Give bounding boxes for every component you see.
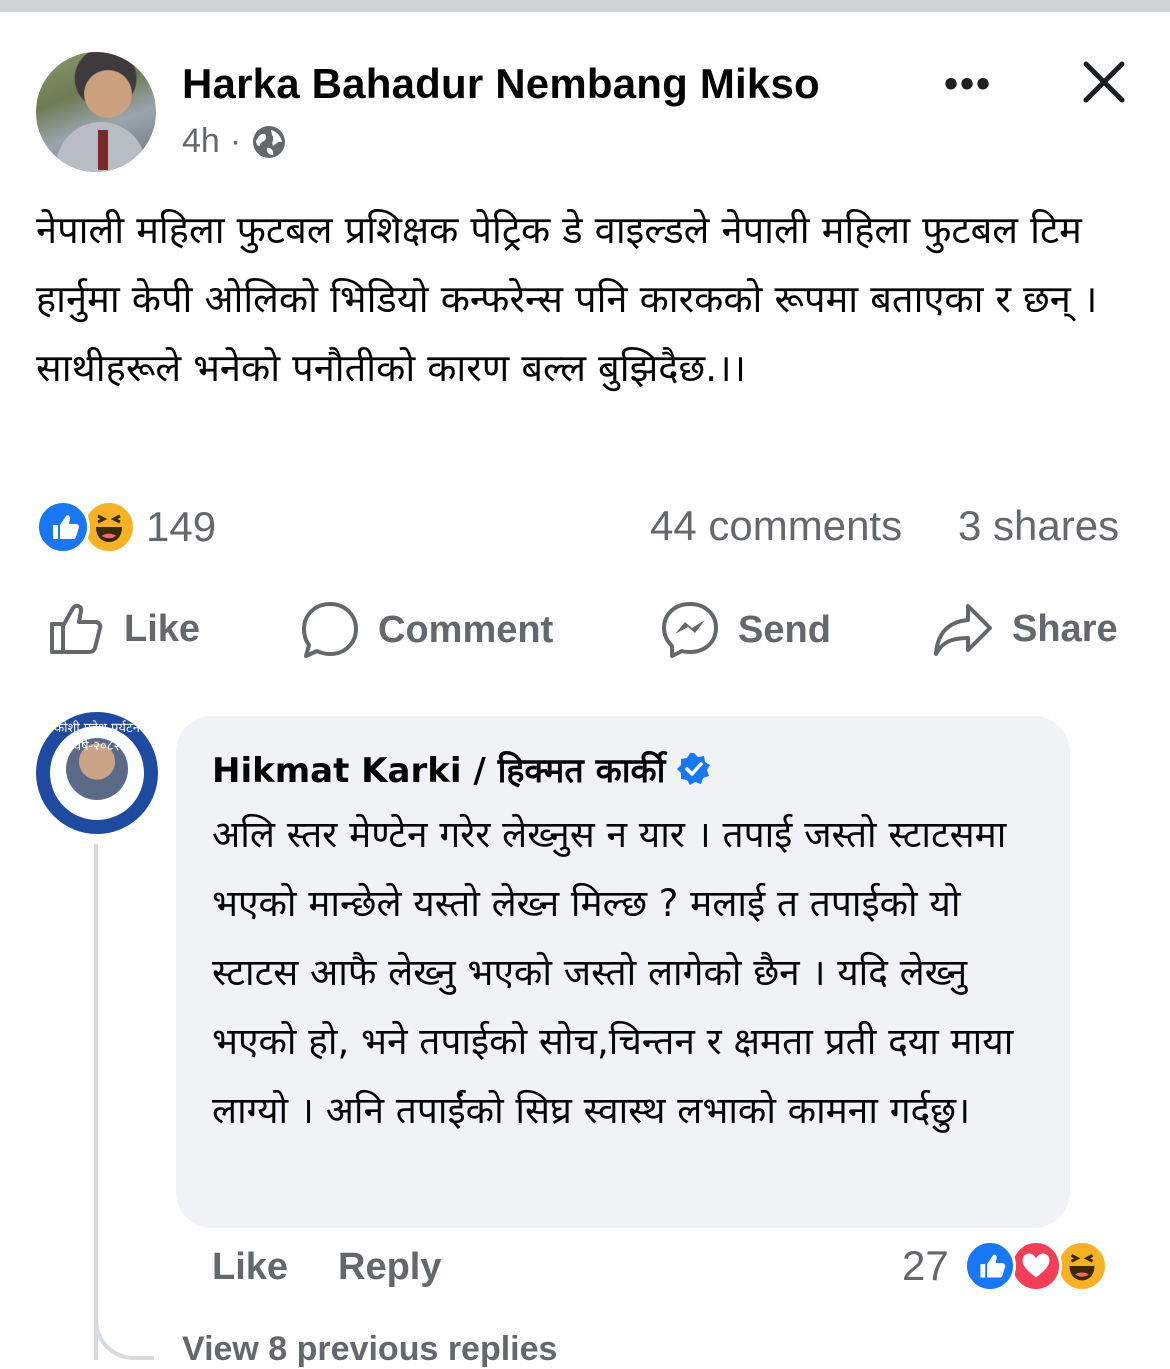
send-button[interactable]: Send: [660, 600, 831, 660]
share-button[interactable]: Share: [932, 600, 1118, 658]
reaction-summary[interactable]: 149: [36, 500, 216, 554]
reply-thread-curve: [94, 1300, 154, 1360]
close-icon[interactable]: [1080, 58, 1128, 106]
view-previous-replies-link[interactable]: View 8 previous replies: [182, 1330, 557, 1369]
haha-reaction-icon: [1056, 1240, 1108, 1292]
like-reaction-icon: [36, 500, 90, 554]
reply-thread-line: [94, 844, 98, 1360]
comment-label: Comment: [378, 608, 554, 651]
verified-badge-icon: [677, 753, 711, 785]
share-icon: [934, 604, 992, 656]
commenter-name[interactable]: Hikmat Karki / हिक्मत कार्की: [212, 746, 665, 792]
post-time[interactable]: 4h: [182, 122, 220, 161]
comments-count-link[interactable]: 44 comments: [650, 502, 902, 550]
reaction-count: 149: [146, 503, 217, 550]
share-label: Share: [1012, 607, 1118, 650]
send-label: Send: [738, 608, 831, 651]
comment-reaction-count[interactable]: 27: [902, 1242, 949, 1290]
post-body-text: नेपाली महिला फुटबल प्रशिक्षक पेट्रिक डे …: [36, 208, 1098, 390]
love-reaction-icon: [1010, 1240, 1062, 1292]
haha-reaction-icon: [82, 500, 136, 554]
top-divider: [0, 0, 1170, 16]
author-avatar[interactable]: [36, 52, 156, 172]
post-action-bar: Like Comment Send Share: [0, 600, 1170, 662]
messenger-icon: [662, 602, 718, 658]
post-author-name[interactable]: Harka Bahadur Nembang Mikso: [182, 60, 820, 108]
like-icon: [50, 603, 103, 654]
comment-body-text: अलि स्तर मेण्टेन गरेर लेख्नुस न यार । तप…: [212, 813, 1014, 1132]
shares-count-link[interactable]: 3 shares: [958, 502, 1119, 550]
meta-separator: ·: [229, 122, 242, 160]
commenter-name-row: Hikmat Karki / हिक्मत कार्की: [212, 746, 711, 792]
comment-reaction-icons[interactable]: [964, 1240, 1108, 1292]
comment-icon: [302, 602, 358, 658]
post-meta: 4h ·: [182, 122, 287, 161]
comment-button[interactable]: Comment: [300, 600, 553, 660]
like-reaction-icon: [964, 1240, 1016, 1292]
like-label: Like: [124, 607, 201, 650]
globe-icon: [253, 125, 286, 158]
commenter-avatar-text: कोशी प्रदेश पर्यटन वर्ष-२०८२: [54, 721, 140, 754]
commenter-avatar[interactable]: कोशी प्रदेश पर्यटन वर्ष-२०८२: [36, 712, 158, 834]
like-button[interactable]: Like: [48, 600, 200, 658]
more-options-button[interactable]: •••: [944, 62, 992, 107]
comment-like-button[interactable]: Like: [212, 1246, 288, 1289]
comment-reply-button[interactable]: Reply: [338, 1246, 441, 1289]
